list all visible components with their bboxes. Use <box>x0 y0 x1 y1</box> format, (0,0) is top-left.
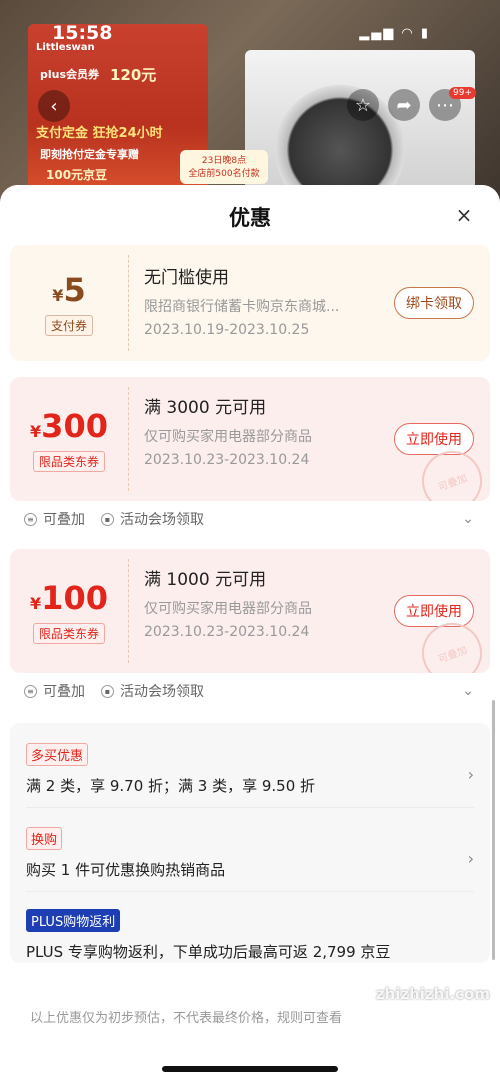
coupon-amount: ¥300 <box>30 407 108 445</box>
source-text: 活动会场领取 <box>120 684 204 700</box>
use-now-button[interactable]: 立即使用 <box>394 595 474 627</box>
coupon-date: 2023.10.23-2023.10.24 <box>144 624 310 640</box>
coupon-type-tag: 支付券 <box>44 314 93 336</box>
banner-line: 100元京豆 <box>46 168 108 182</box>
close-button[interactable]: × <box>452 203 476 227</box>
offer-trade-in[interactable]: 换购 购买 1 件可优惠换购热销商品 › <box>26 827 474 880</box>
banner-line: 支付定金 狂抢24小时 <box>36 126 163 141</box>
offer-divider <box>26 891 474 892</box>
offer-divider <box>26 807 474 808</box>
coupon-divider <box>128 559 129 663</box>
coupon-condition: 无门槛使用 <box>144 268 229 288</box>
amount-value: 5 <box>63 270 86 309</box>
amount-value: 300 <box>41 406 108 445</box>
coupon-info: 满 3000 元可用 仅可购买家用电器部分商品 2023.10.23-2023.… <box>144 393 384 468</box>
coupon-amount: ¥100 <box>30 579 108 617</box>
share-button[interactable]: ➦ <box>388 89 420 121</box>
chevron-right-icon: › <box>467 765 474 784</box>
use-now-button[interactable]: 立即使用 <box>394 423 474 455</box>
offer-multi-buy[interactable]: 多买优惠 满 2 类，享 9.70 折；满 3 类，享 9.50 折 › <box>26 743 474 796</box>
coupon-sheet: 优惠 × ¥5 支付券 无门槛使用 限招商银行储蓄卡购京东商城... 2023.… <box>0 185 500 1082</box>
banner-line: plus会员券 <box>40 68 100 81</box>
coupon-condition: 满 1000 元可用 <box>144 570 267 590</box>
coupon-date: 2023.10.23-2023.10.24 <box>144 452 310 468</box>
coupon-divider <box>128 387 129 491</box>
star-icon: ☆ <box>354 94 372 116</box>
coupon-type-tag: 限品类东券 <box>32 622 105 644</box>
favorite-button[interactable]: ☆ <box>347 89 379 121</box>
bind-card-button[interactable]: 绑卡领取 <box>394 287 474 319</box>
coupon-amount-block: ¥5 支付券 <box>10 245 128 361</box>
source-text: 活动会场领取 <box>120 512 204 528</box>
watermark: zhizhizhi.com <box>375 985 490 1003</box>
coupon-footer[interactable]: ≡ 可叠加 ▪ 活动会场领取 ⌄ <box>10 501 490 537</box>
offer-tag: 换购 <box>26 827 63 850</box>
status-time: 15:58 <box>52 22 113 44</box>
coupon-info: 无门槛使用 限招商银行储蓄卡购京东商城... 2023.10.19-2023.1… <box>144 263 384 338</box>
stackable-label: ≡ 可叠加 <box>24 681 85 701</box>
message-badge: 99+ <box>449 87 476 99</box>
coupon-desc: 仅可购买家用电器部分商品 <box>144 601 312 617</box>
stackable-text: 可叠加 <box>43 512 85 528</box>
sheet-title: 优惠 <box>229 206 271 230</box>
home-indicator[interactable] <box>162 1066 338 1072</box>
venue-icon: ▪ <box>101 684 114 698</box>
offer-tag: PLUS购物返利 <box>26 909 121 932</box>
coupon-card: ¥100 限品类东券 满 1000 元可用 仅可购买家用电器部分商品 2023.… <box>10 549 490 673</box>
status-icons: ▂▄▆ ◠ ▮ <box>359 26 430 41</box>
disclaimer-text: 以上优惠仅为初步预估，不代表最终价格，规则可查看 <box>30 1011 343 1026</box>
source-label: ▪ 活动会场领取 <box>101 509 204 529</box>
coupon-date: 2023.10.19-2023.10.25 <box>144 322 310 338</box>
amount-value: 100 <box>41 578 108 617</box>
stackable-label: ≡ 可叠加 <box>24 509 85 529</box>
coupon-divider <box>128 255 129 351</box>
promo-pill-line: 全店前500名付款 <box>188 169 260 179</box>
other-offers: 多买优惠 满 2 类，享 9.70 折；满 3 类，享 9.50 折 › 换购 … <box>10 723 490 963</box>
currency-symbol: ¥ <box>30 421 42 441</box>
promo-pill: 23日晚8点 全店前500名付款 <box>180 150 268 184</box>
scrollbar[interactable] <box>492 700 495 960</box>
chevron-left-icon: ‹ <box>50 95 58 117</box>
coupon-amount-block: ¥300 限品类东券 <box>10 377 128 501</box>
currency-symbol: ¥ <box>52 285 64 305</box>
coupon-type-tag: 限品类东券 <box>32 450 105 472</box>
source-label: ▪ 活动会场领取 <box>101 681 204 701</box>
coupon-desc: 仅可购买家用电器部分商品 <box>144 429 312 445</box>
promo-pill-line: 23日晚8点 <box>201 156 247 166</box>
stack-icon: ≡ <box>24 512 37 526</box>
close-icon: × <box>455 203 473 227</box>
coupon-condition: 满 3000 元可用 <box>144 398 267 418</box>
coupon-info: 满 1000 元可用 仅可购买家用电器部分商品 2023.10.23-2023.… <box>144 565 384 640</box>
offer-text: 购买 1 件可优惠换购热销商品 <box>26 861 226 879</box>
promo-price: 120元 <box>110 66 157 84</box>
share-icon: ➦ <box>396 94 412 116</box>
sheet-header: 优惠 × <box>0 185 500 247</box>
coupon-footer[interactable]: ≡ 可叠加 ▪ 活动会场领取 ⌄ <box>10 673 490 709</box>
banner-line: 即刻抢付定金专享赠 <box>40 148 139 161</box>
offer-text: 满 2 类，享 9.70 折；满 3 类，享 9.50 折 <box>26 777 316 795</box>
offer-plus-rebate: PLUS购物返利 PLUS 专享购物返利，下单成功后最高可返 2,799 京豆 <box>26 909 474 962</box>
coupon-amount: ¥5 <box>52 271 85 309</box>
stack-icon: ≡ <box>24 684 37 698</box>
currency-symbol: ¥ <box>30 593 42 613</box>
coupon-card: ¥300 限品类东券 满 3000 元可用 仅可购买家用电器部分商品 2023.… <box>10 377 490 501</box>
venue-icon: ▪ <box>101 512 114 526</box>
chevron-right-icon: › <box>467 849 474 868</box>
back-button[interactable]: ‹ <box>38 90 70 122</box>
coupon-list[interactable]: ¥5 支付券 无门槛使用 限招商银行储蓄卡购京东商城... 2023.10.19… <box>0 245 500 1082</box>
coupon-amount-block: ¥100 限品类东券 <box>10 549 128 673</box>
coupon-card: ¥5 支付券 无门槛使用 限招商银行储蓄卡购京东商城... 2023.10.19… <box>10 245 490 361</box>
offer-text: PLUS 专享购物返利，下单成功后最高可返 2,799 京豆 <box>26 943 391 961</box>
offer-tag: 多买优惠 <box>26 743 89 766</box>
chevron-down-icon[interactable]: ⌄ <box>462 683 474 699</box>
coupon-desc: 限招商银行储蓄卡购京东商城... <box>144 299 340 315</box>
chevron-down-icon[interactable]: ⌄ <box>462 511 474 527</box>
stackable-text: 可叠加 <box>43 684 85 700</box>
